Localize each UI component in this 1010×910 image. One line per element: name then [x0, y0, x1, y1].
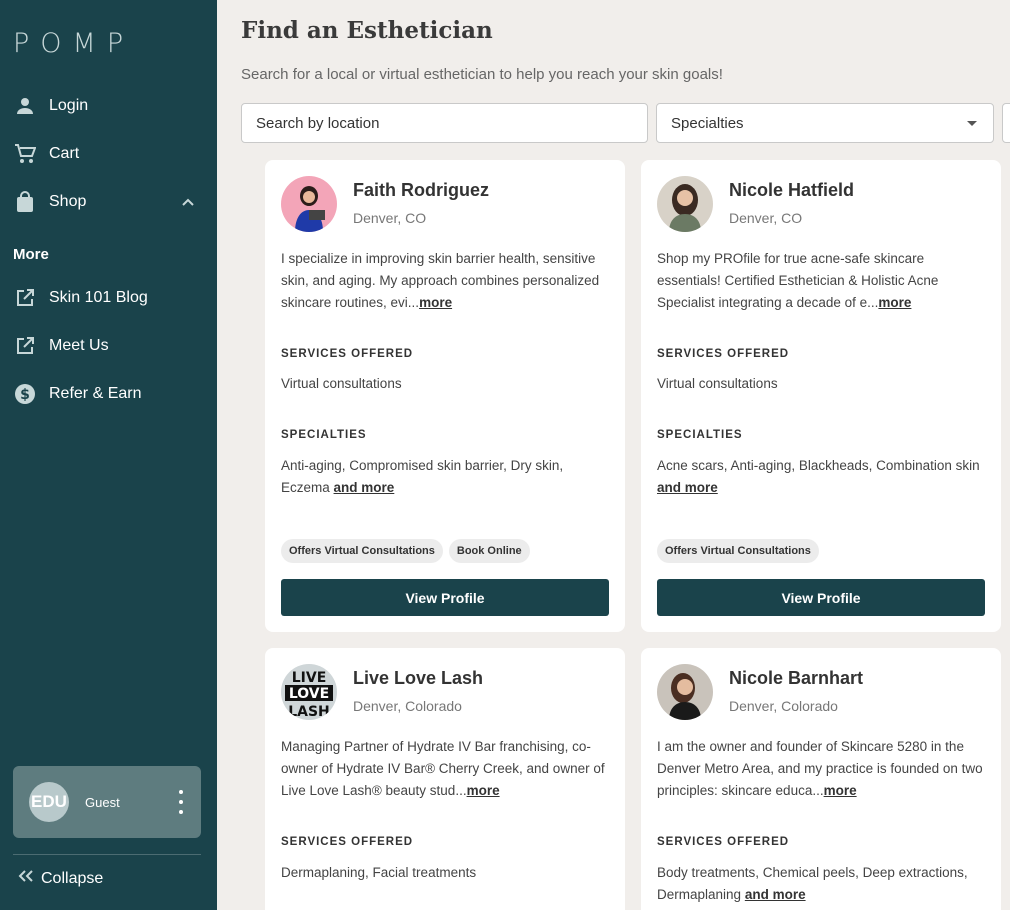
user-name: Guest: [85, 794, 120, 810]
dollar-icon: $: [13, 382, 37, 406]
and-more-link[interactable]: and more: [334, 480, 395, 495]
search-input[interactable]: Search by location: [241, 103, 648, 143]
specialties-select[interactable]: Specialties: [656, 103, 994, 143]
badge-virtual-consultations: Offers Virtual Consultations: [281, 539, 443, 563]
esthetician-location: Denver, CO: [353, 210, 427, 226]
svg-text:LIVE: LIVE: [292, 670, 327, 686]
esthetician-name[interactable]: Nicole Hatfield: [729, 180, 854, 201]
services-heading: SERVICES OFFERED: [657, 836, 790, 848]
and-more-link[interactable]: and more: [657, 480, 718, 495]
chevron-up-icon[interactable]: [181, 195, 195, 214]
user-account-box[interactable]: EDU Guest: [13, 766, 201, 838]
esthetician-card: Faith Rodriguez Denver, CO I specialize …: [265, 160, 625, 632]
sidebar-item-label: Login: [49, 97, 89, 114]
collapse-label: Collapse: [41, 869, 104, 887]
esthetician-card: Nicole Barnhart Denver, Colorado I am th…: [641, 648, 1001, 910]
sidebar-item-login[interactable]: Login: [13, 91, 203, 121]
esthetician-location: Denver, Colorado: [729, 698, 838, 714]
esthetician-card: LIVE LOVE LASH Live Love Lash Denver, Co…: [265, 648, 625, 910]
sidebar-item-skin-101-blog[interactable]: Skin 101 Blog: [13, 283, 203, 313]
and-more-link[interactable]: and more: [745, 887, 806, 902]
esthetician-bio: Managing Partner of Hydrate IV Bar franc…: [281, 739, 605, 798]
services-value: Virtual consultations: [657, 376, 778, 391]
profile-photo: [281, 176, 337, 232]
esthetician-name[interactable]: Live Love Lash: [353, 668, 483, 689]
esthetician-name[interactable]: Nicole Barnhart: [729, 668, 863, 689]
svg-text:LOVE: LOVE: [289, 686, 329, 702]
pomp-logo[interactable]: POMP: [13, 28, 134, 59]
double-chevron-left-icon: [17, 868, 35, 889]
sidebar-item-label: Skin 101 Blog: [49, 289, 148, 306]
cart-icon: [13, 142, 37, 166]
external-link-icon: [13, 334, 37, 358]
services-heading: SERVICES OFFERED: [281, 836, 414, 848]
more-link[interactable]: more: [467, 783, 500, 798]
sidebar-item-meet-us[interactable]: Meet Us: [13, 331, 203, 361]
sidebar-item-cart[interactable]: Cart: [13, 139, 203, 169]
badge-book-online: Book Online: [448, 539, 530, 563]
view-profile-button[interactable]: View Profile: [281, 579, 609, 616]
more-link[interactable]: more: [419, 295, 452, 310]
page-subtitle: Search for a local or virtual estheticia…: [241, 66, 723, 83]
services-heading: SERVICES OFFERED: [281, 348, 414, 360]
more-heading: More: [13, 246, 49, 263]
page-title: Find an Esthetician: [241, 17, 493, 44]
sidebar: POMP Login Cart Shop More Skin 101 Blog …: [0, 0, 217, 910]
person-icon: [13, 94, 37, 118]
sidebar-item-label: Refer & Earn: [49, 385, 142, 402]
specialties-heading: SPECIALTIES: [281, 429, 367, 441]
specialties-heading: SPECIALTIES: [657, 429, 743, 441]
badge-list: Offers Virtual Consultations: [657, 539, 819, 563]
services-value: Body treatments, Chemical peels, Deep ex…: [657, 865, 968, 902]
svg-text:$: $: [20, 387, 30, 403]
esthetician-bio: Shop my PROfile for true acne-safe skinc…: [657, 251, 939, 310]
filter-select[interactable]: [1002, 103, 1010, 143]
collapse-button[interactable]: Collapse: [17, 868, 103, 889]
more-link[interactable]: more: [824, 783, 857, 798]
view-profile-button[interactable]: View Profile: [657, 579, 985, 616]
services-heading: SERVICES OFFERED: [657, 348, 790, 360]
caret-down-icon: [967, 121, 977, 126]
profile-photo: [657, 176, 713, 232]
divider: [13, 854, 201, 855]
esthetician-bio: I specialize in improving skin barrier h…: [281, 251, 600, 310]
sidebar-item-label: Meet Us: [49, 337, 109, 354]
esthetician-bio: I am the owner and founder of Skincare 5…: [657, 739, 983, 798]
services-value: Dermaplaning, Facial treatments: [281, 865, 477, 880]
esthetician-location: Denver, Colorado: [353, 698, 462, 714]
esthetician-card: Nicole Hatfield Denver, CO Shop my PROfi…: [641, 160, 1001, 632]
avatar: EDU: [29, 782, 69, 822]
esthetician-location: Denver, CO: [729, 210, 803, 226]
specialties-value: Anti-aging, Compromised skin barrier, Dr…: [281, 458, 564, 495]
esthetician-name[interactable]: Faith Rodriguez: [353, 180, 489, 201]
profile-photo: [657, 664, 713, 720]
sidebar-item-label: Shop: [49, 193, 87, 210]
badge-virtual-consultations: Offers Virtual Consultations: [657, 539, 819, 563]
badge-list: Offers Virtual Consultations Book Online: [281, 539, 530, 563]
services-value: Virtual consultations: [281, 376, 402, 391]
sidebar-item-label: Cart: [49, 145, 80, 162]
external-link-icon: [13, 286, 37, 310]
business-logo: LIVE LOVE LASH: [281, 664, 337, 720]
sidebar-item-refer-earn[interactable]: $ Refer & Earn: [13, 379, 203, 409]
svg-text:LASH: LASH: [288, 704, 330, 720]
more-vertical-icon[interactable]: [175, 790, 187, 814]
sidebar-item-shop[interactable]: Shop: [13, 187, 203, 217]
bag-icon: [13, 190, 37, 214]
specialties-value: Acne scars, Anti-aging, Blackheads, Comb…: [657, 458, 980, 495]
more-link[interactable]: more: [878, 295, 911, 310]
